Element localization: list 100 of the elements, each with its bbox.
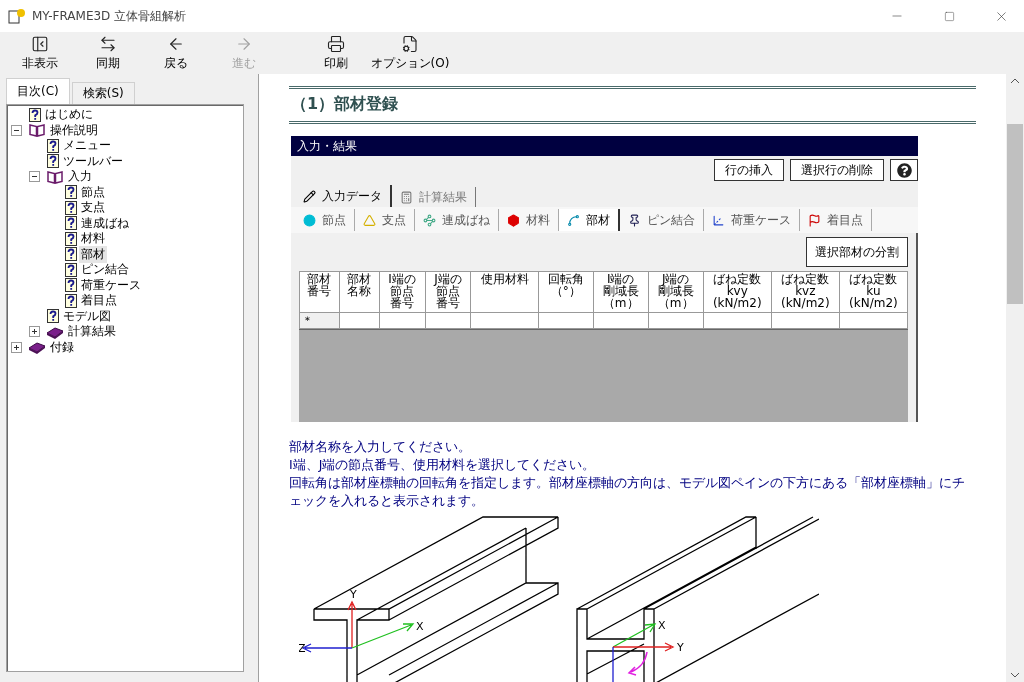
collapse-icon[interactable]	[11, 124, 22, 136]
z-axis-arrow	[301, 643, 353, 653]
description-text: 部材名称を入力してください。	[289, 438, 472, 456]
pin-icon	[628, 213, 641, 227]
toolbar-button[interactable]: 同期	[74, 32, 142, 74]
z-axis-line	[612, 646, 614, 682]
toolbar-button[interactable]: 戻る	[142, 32, 210, 74]
tree-item[interactable]: 荷重ケース	[79, 276, 143, 294]
axis-label: X	[416, 620, 424, 633]
panel-title: 入力・結果	[291, 136, 918, 156]
tree-item[interactable]: 付録	[48, 338, 76, 356]
x-axis-arrow	[612, 623, 657, 648]
axes-icon	[712, 213, 725, 227]
rotation-arrow	[628, 651, 648, 676]
tree-item[interactable]: 支点	[79, 199, 107, 217]
tree-item[interactable]: モデル図	[61, 307, 113, 325]
help-page-icon	[65, 200, 77, 215]
expand-icon[interactable]	[29, 326, 40, 338]
nodes-icon	[423, 213, 436, 227]
maximize-icon	[943, 10, 955, 22]
tree-item[interactable]: 操作説明	[48, 121, 100, 139]
section-heading: （1）部材登録	[289, 86, 976, 124]
expand-icon[interactable]	[11, 341, 22, 353]
tree-item[interactable]: 入力	[66, 168, 94, 186]
help-page-icon	[65, 293, 77, 308]
calculator-icon	[400, 190, 413, 204]
tree-item[interactable]: 着目点	[79, 292, 119, 310]
tree-item[interactable]: 計算結果	[66, 323, 118, 341]
y-axis-arrow	[347, 600, 357, 649]
help-button[interactable]	[890, 159, 918, 181]
flag-icon	[808, 213, 821, 227]
column-header: I端の節点番号	[379, 271, 425, 313]
help-page-icon	[65, 278, 77, 293]
tree-item[interactable]: 材料	[79, 230, 107, 248]
toolbar-button[interactable]: 非表示	[6, 32, 74, 74]
help-page-icon	[47, 154, 59, 169]
help-icon	[896, 162, 912, 178]
input-tab[interactable]: 着目点	[800, 209, 872, 231]
tree-item[interactable]: メニュー	[61, 137, 113, 155]
window-title: MY-FRAME3D 立体骨組解析	[32, 7, 188, 25]
axis-label: X	[658, 619, 666, 632]
description-text: I端、J端の節点番号、使用材料を選択してください。	[289, 456, 597, 474]
pencil-icon	[303, 189, 316, 203]
tree-item[interactable]: 節点	[79, 183, 107, 201]
tree-item[interactable]: 連成ばね	[79, 214, 131, 232]
pane-tab[interactable]: 目次(C)	[6, 78, 70, 104]
column-header: ばね定数 kvz (kN/m2)	[771, 271, 840, 313]
tree-item[interactable]: ツールバー	[61, 152, 125, 170]
help-page-icon	[65, 185, 77, 200]
input-tab[interactable]: ピン結合	[620, 209, 704, 231]
column-header: 使用材料	[470, 271, 539, 313]
toolbar-button[interactable]: 印刷	[302, 32, 370, 74]
input-tab[interactable]: 部材	[559, 209, 620, 231]
open-book-icon	[28, 123, 46, 138]
axis-label: Y	[677, 641, 684, 654]
book-icon	[46, 324, 64, 339]
column-header: 回転角（°）	[538, 271, 594, 313]
scrollbar[interactable]	[1006, 74, 1024, 682]
column-header: 部材番号	[299, 271, 340, 313]
printer-icon	[327, 34, 345, 53]
column-header: ばね定数 ku (kN/m2)	[839, 271, 908, 313]
description-text: 回転角は部材座標軸の回転角を指定します。部材座標軸の方向は、モデル図ペインの下方にある「部材座標軸」にチェックを入れると表示されます。	[289, 474, 966, 510]
triangle-icon	[363, 213, 376, 227]
open-book-icon	[46, 169, 64, 184]
help-page-icon	[65, 231, 77, 246]
pane-tab[interactable]: 検索(S)	[71, 82, 135, 104]
x-axis-arrow	[351, 623, 415, 649]
input-tab[interactable]: 連成ばね	[415, 209, 499, 231]
input-tab[interactable]: 節点	[295, 209, 355, 231]
axis-label: Z	[299, 642, 306, 655]
action-button[interactable]: 行の挿入	[714, 159, 784, 181]
circle-icon	[303, 213, 316, 227]
tree-item[interactable]: 部材	[79, 245, 107, 263]
help-page-icon	[65, 216, 77, 231]
axis-label: Y	[350, 588, 357, 601]
column-header: 部材名称	[339, 271, 380, 313]
column-header: J端の剛域長（m）	[648, 271, 704, 313]
help-page-icon	[47, 138, 59, 153]
sync-icon	[99, 34, 117, 53]
options-icon	[401, 34, 419, 53]
tree-item[interactable]: はじめに	[43, 106, 95, 124]
help-page-icon	[65, 262, 77, 277]
line-icon	[567, 213, 580, 227]
input-tab[interactable]: 荷重ケース	[704, 209, 800, 231]
help-page-icon	[65, 247, 77, 262]
column-header: ばね定数 kvy (kN/m2)	[703, 271, 772, 313]
action-button[interactable]: 選択行の削除	[790, 159, 884, 181]
panel-icon	[31, 34, 49, 53]
tree-item[interactable]: ピン結合	[79, 261, 131, 279]
help-page-icon	[29, 107, 41, 122]
column-header: J端の節点番号	[425, 271, 471, 313]
help-page-icon	[47, 309, 59, 324]
collapse-icon[interactable]	[29, 171, 40, 183]
input-tab[interactable]: 支点	[355, 209, 415, 231]
scroll-down-icon	[1010, 672, 1020, 678]
y-axis-arrow	[612, 642, 675, 652]
book-icon	[28, 340, 46, 355]
toolbar-button[interactable]: オプション(O)	[370, 32, 450, 74]
column-header: I端の剛域長（m）	[593, 271, 649, 313]
split-button[interactable]: 選択部材の分割	[806, 237, 908, 267]
